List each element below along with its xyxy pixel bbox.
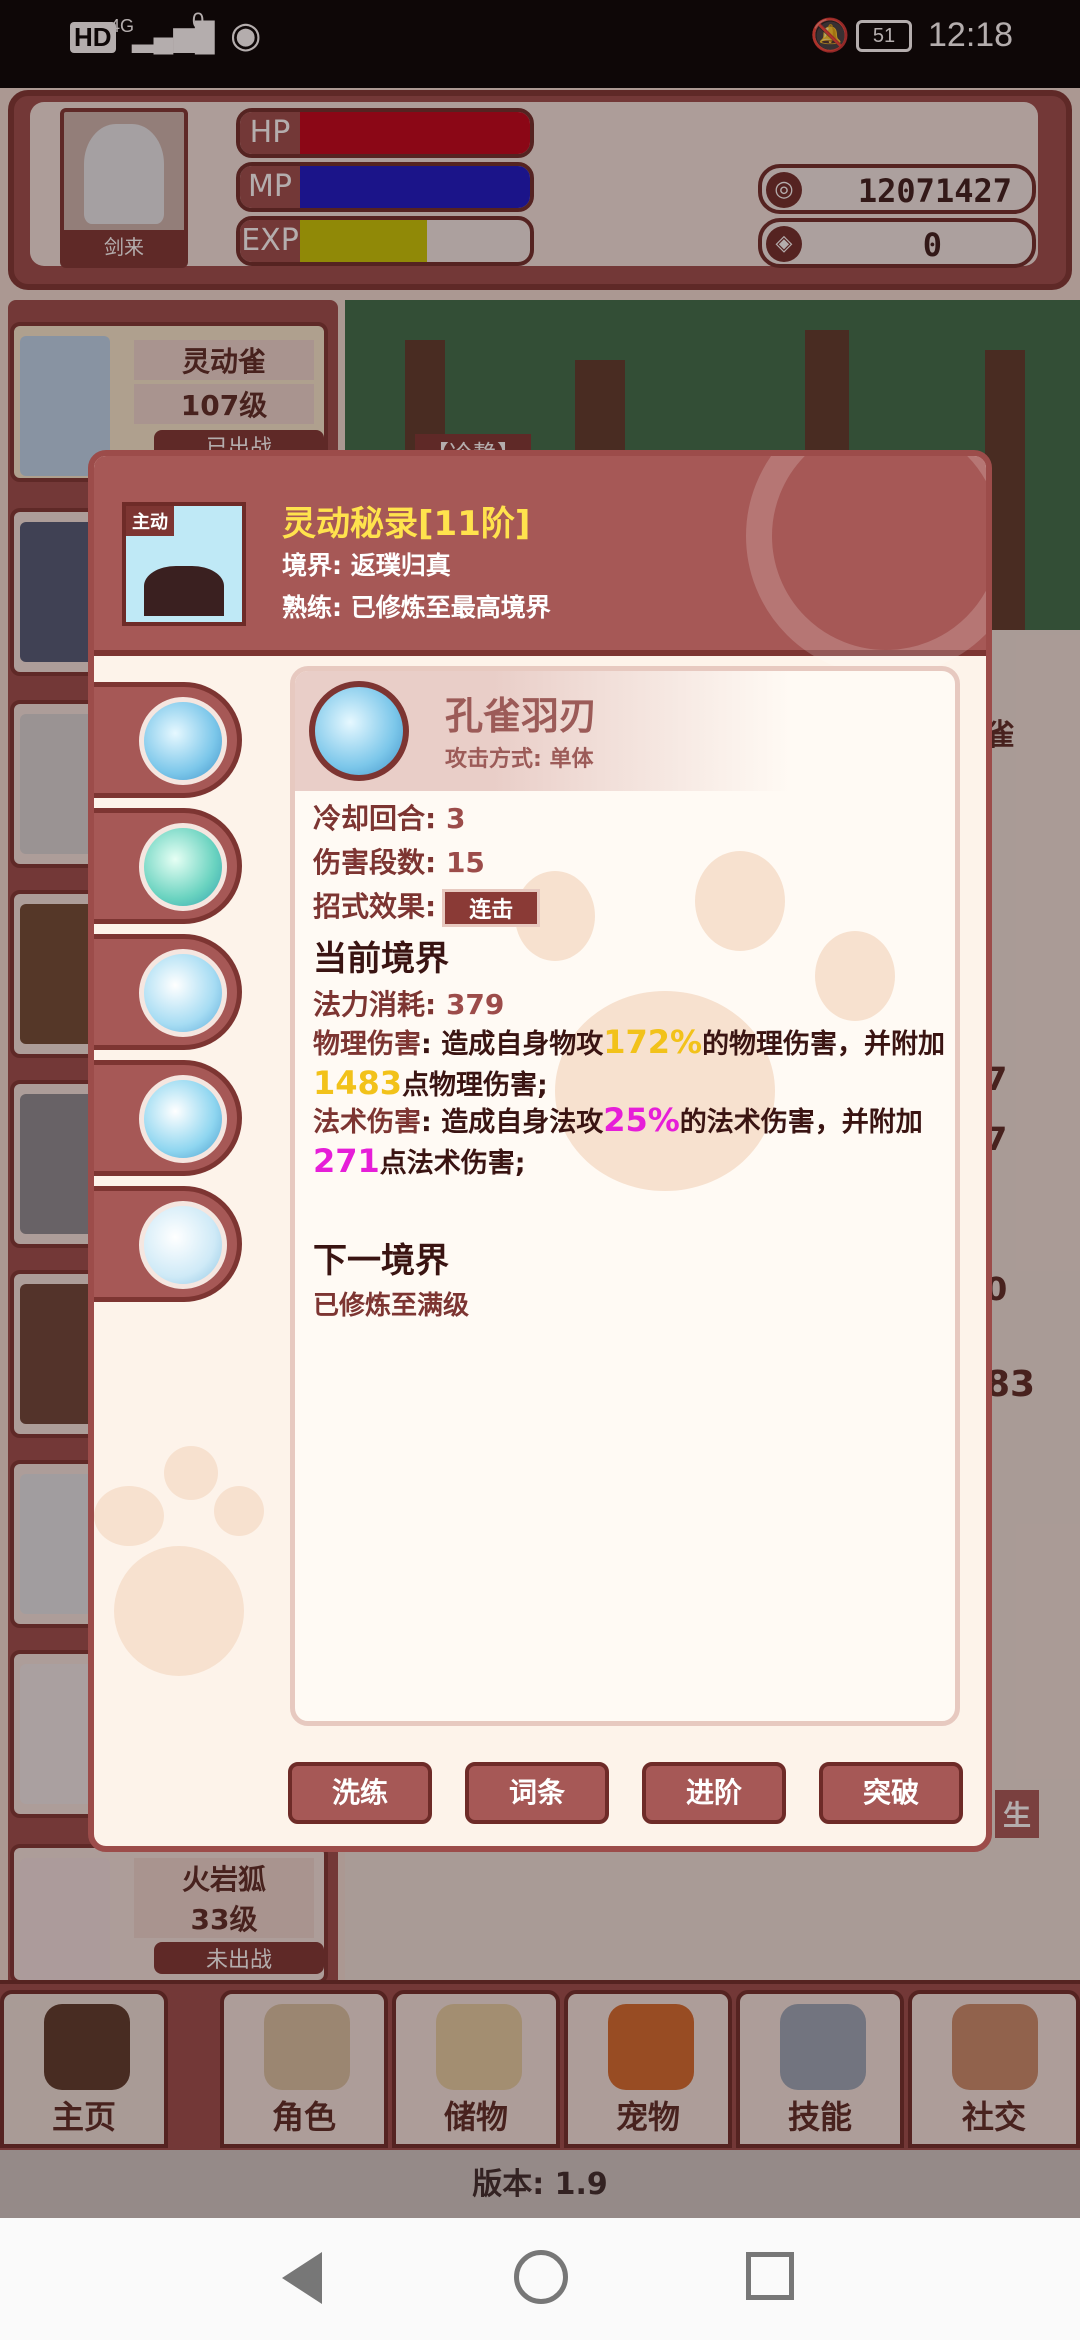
cooldown-row: 冷却回合: 3 bbox=[313, 797, 465, 837]
recents-icon[interactable] bbox=[746, 2252, 794, 2300]
phys-label: 物理伤害 bbox=[313, 1029, 421, 1060]
home-circle-icon[interactable] bbox=[514, 2250, 568, 2304]
mag-text: 的法术伤害，并附加 bbox=[679, 1107, 923, 1138]
affix-button[interactable]: 词条 bbox=[465, 1762, 609, 1824]
mag-percent: 25% bbox=[603, 1101, 680, 1139]
skill-tab[interactable] bbox=[94, 808, 242, 924]
mastery-line: 熟练: 已修炼至最高境界 bbox=[282, 588, 551, 624]
current-realm-title: 当前境界 bbox=[313, 939, 449, 979]
emblem-icon bbox=[746, 456, 986, 676]
skill-orb-icon bbox=[139, 1201, 227, 1289]
cooldown-label: 冷却回合: bbox=[313, 802, 437, 835]
attack-mode: 攻击方式: 单体 bbox=[445, 747, 594, 772]
magic-damage-desc: 法术伤害: 造成自身法攻25%的法术伤害，并附加 271点法术伤害; bbox=[313, 1101, 953, 1183]
paw-icon bbox=[164, 1446, 218, 1500]
paw-icon bbox=[114, 1546, 244, 1676]
paw-icon bbox=[94, 1486, 164, 1546]
skill-orb-icon bbox=[139, 697, 227, 785]
hits-value: 15 bbox=[445, 846, 485, 879]
active-tag: 主动 bbox=[126, 506, 174, 536]
phys-text: : 造成自身物攻 bbox=[421, 1029, 604, 1060]
phys-text: 点物理伤害; bbox=[402, 1070, 548, 1101]
mastery-value: 已修炼至最高境界 bbox=[350, 593, 551, 622]
effect-label: 招式效果: bbox=[313, 890, 437, 923]
skill-modal: 主动 灵动秘录[11阶] 境界: 返璞归真 熟练: 已修炼至最高境界 孔雀羽刃 … bbox=[88, 450, 992, 1852]
skill-orb-icon bbox=[139, 949, 227, 1037]
effect-row: 招式效果: 连击 bbox=[313, 885, 541, 927]
skill-orb-icon bbox=[309, 681, 409, 781]
mag-label: 法术伤害 bbox=[313, 1107, 421, 1138]
skill-tab[interactable] bbox=[94, 934, 242, 1050]
realm-value: 返璞归真 bbox=[350, 551, 451, 580]
mana-label: 法力消耗: bbox=[313, 988, 437, 1021]
skill-orb-icon bbox=[139, 823, 227, 911]
system-nav-bar bbox=[0, 2218, 1080, 2340]
hits-row: 伤害段数: 15 bbox=[313, 841, 485, 881]
cooldown-value: 3 bbox=[445, 802, 466, 835]
refine-button[interactable]: 洗练 bbox=[288, 1762, 432, 1824]
mag-text: 点法术伤害; bbox=[379, 1148, 526, 1179]
phys-flat: 1483 bbox=[313, 1064, 403, 1102]
advance-button[interactable]: 进阶 bbox=[642, 1762, 786, 1824]
phys-percent: 172% bbox=[603, 1023, 703, 1061]
skill-book-icon: 主动 bbox=[122, 502, 246, 626]
mana-row: 法力消耗: 379 bbox=[313, 983, 504, 1023]
next-realm-title: 下一境界 bbox=[313, 1241, 449, 1281]
skill-name: 孔雀羽刃 bbox=[445, 694, 598, 738]
skill-orb-icon bbox=[139, 1075, 227, 1163]
breakthrough-button[interactable]: 突破 bbox=[819, 1762, 963, 1824]
realm-line: 境界: 返璞归真 bbox=[282, 546, 451, 582]
phys-text: 的物理伤害，并附加 bbox=[702, 1029, 946, 1060]
cat-face-icon bbox=[144, 566, 224, 616]
back-icon[interactable] bbox=[282, 2252, 322, 2304]
skill-tab[interactable] bbox=[94, 1060, 242, 1176]
mastery-label: 熟练: bbox=[282, 593, 342, 622]
realm-label: 境界: bbox=[282, 551, 342, 580]
effect-tag[interactable]: 连击 bbox=[442, 889, 541, 927]
mag-text: : 造成自身法攻 bbox=[421, 1107, 604, 1138]
skill-book-title: 灵动秘录[11阶] bbox=[282, 504, 531, 544]
mag-flat: 271 bbox=[313, 1142, 380, 1180]
next-realm-text: 已修炼至满级 bbox=[313, 1291, 470, 1321]
skill-tab[interactable] bbox=[94, 1186, 242, 1302]
paw-icon bbox=[815, 931, 895, 1021]
skill-tab[interactable] bbox=[94, 682, 242, 798]
physical-damage-desc: 物理伤害: 造成自身物攻172%的物理伤害，并附加 1483点物理伤害; bbox=[313, 1023, 953, 1105]
modal-header: 主动 灵动秘录[11阶] 境界: 返璞归真 熟练: 已修炼至最高境界 bbox=[94, 456, 986, 676]
mana-value: 379 bbox=[445, 988, 505, 1021]
skill-detail-card: 孔雀羽刃 攻击方式: 单体 冷却回合: 3 伤害段数: 15 招式效果: 连击 当… bbox=[290, 666, 960, 1726]
paw-icon bbox=[214, 1486, 264, 1536]
hits-label: 伤害段数: bbox=[313, 846, 437, 879]
paw-icon bbox=[695, 851, 785, 951]
